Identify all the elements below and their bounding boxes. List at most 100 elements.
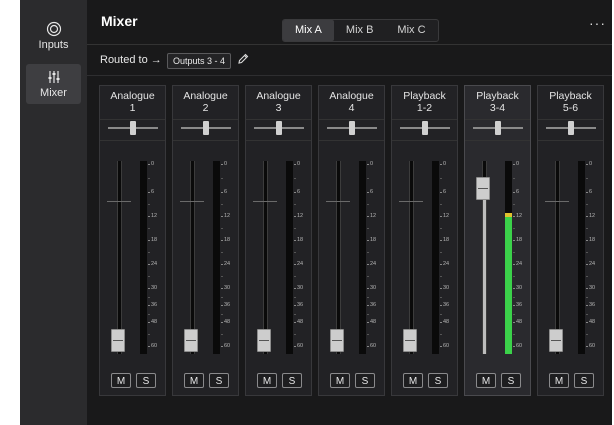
fader-track[interactable] xyxy=(409,161,414,354)
fader-handle[interactable] xyxy=(403,329,417,352)
fader-handle[interactable] xyxy=(184,329,198,352)
scale-tick xyxy=(586,322,588,323)
sidebar-item-mixer[interactable]: Mixer xyxy=(26,64,81,104)
scale-label: 60 xyxy=(151,343,158,349)
level-meter xyxy=(578,161,585,354)
fader-track[interactable] xyxy=(555,161,560,354)
scale-tick xyxy=(586,305,588,306)
scale-label: 18 xyxy=(224,237,231,243)
channel-name-line2: 3 xyxy=(275,102,282,114)
scale-tick xyxy=(367,305,369,306)
scale-minor-tick xyxy=(294,178,296,179)
more-options-icon[interactable]: ··· xyxy=(589,15,606,31)
pan-knob[interactable] xyxy=(203,121,209,135)
fader-track[interactable] xyxy=(190,161,195,354)
scale-minor-tick xyxy=(148,228,150,229)
pan-slider[interactable] xyxy=(108,121,158,135)
tab-mix-a[interactable]: Mix A xyxy=(283,20,334,41)
sidebar: Inputs Mixer xyxy=(20,0,87,425)
solo-button[interactable]: S xyxy=(501,373,521,388)
solo-button[interactable]: S xyxy=(209,373,229,388)
pan-knob[interactable] xyxy=(568,121,574,135)
scale-tick xyxy=(367,346,369,347)
scale-label: 30 xyxy=(151,285,158,291)
channel-name-line1: Playback xyxy=(476,90,519,102)
pan-slider[interactable] xyxy=(181,121,231,135)
scale-label: 6 xyxy=(589,189,593,195)
fader-track[interactable] xyxy=(336,161,341,354)
pan-knob[interactable] xyxy=(495,121,501,135)
scale-minor-tick xyxy=(586,334,588,335)
scale-label: 24 xyxy=(297,261,304,267)
fader-handle[interactable] xyxy=(549,329,563,352)
pan-slider[interactable] xyxy=(400,121,450,135)
level-meter xyxy=(505,161,512,354)
unity-marker xyxy=(545,201,569,202)
scale-tick xyxy=(148,322,150,323)
scale-tick xyxy=(586,240,588,241)
pan-knob[interactable] xyxy=(130,121,136,135)
scale-label: 48 xyxy=(151,319,158,325)
pan-knob[interactable] xyxy=(276,121,282,135)
tab-mix-b[interactable]: Mix B xyxy=(334,20,386,41)
fader-track[interactable] xyxy=(117,161,122,354)
fader-handle[interactable] xyxy=(330,329,344,352)
scale-minor-tick xyxy=(221,314,223,315)
channel-strip: Analogue 4 0 6 12 18 24 30 36 48 60 M S xyxy=(318,85,385,396)
scale-minor-tick xyxy=(294,252,296,253)
pan-slider[interactable] xyxy=(254,121,304,135)
sidebar-item-inputs[interactable]: Inputs xyxy=(26,21,81,61)
solo-button[interactable]: S xyxy=(282,373,302,388)
solo-button[interactable]: S xyxy=(136,373,156,388)
channel-strip: Playback 3-4 0 6 12 18 24 30 36 48 60 M S xyxy=(464,85,531,396)
scale-tick xyxy=(294,288,296,289)
mute-button[interactable]: M xyxy=(257,373,277,388)
scale-tick xyxy=(440,305,442,306)
scale-tick xyxy=(294,216,296,217)
pan-knob[interactable] xyxy=(349,121,355,135)
scale-minor-tick xyxy=(440,228,442,229)
mute-button[interactable]: M xyxy=(184,373,204,388)
solo-button[interactable]: S xyxy=(574,373,594,388)
mute-button[interactable]: M xyxy=(476,373,496,388)
output-select[interactable]: Outputs 3 - 4 xyxy=(167,53,232,69)
fader-track[interactable] xyxy=(263,161,268,354)
scale-minor-tick xyxy=(148,178,150,179)
scale-minor-tick xyxy=(513,314,515,315)
solo-button[interactable]: S xyxy=(355,373,375,388)
tab-mix-c[interactable]: Mix C xyxy=(385,20,437,41)
level-meter xyxy=(213,161,220,354)
scale-minor-tick xyxy=(148,314,150,315)
pencil-icon[interactable] xyxy=(237,52,249,66)
fader-handle[interactable] xyxy=(111,329,125,352)
pan-knob[interactable] xyxy=(422,121,428,135)
scale-label: 12 xyxy=(443,213,450,219)
scale-label: 12 xyxy=(370,213,377,219)
scale-minor-tick xyxy=(367,228,369,229)
scale-tick xyxy=(586,164,588,165)
mute-button[interactable]: M xyxy=(549,373,569,388)
fader-fill xyxy=(483,188,486,354)
solo-button[interactable]: S xyxy=(428,373,448,388)
scale-minor-tick xyxy=(367,314,369,315)
pan-slider[interactable] xyxy=(473,121,523,135)
fader-handle[interactable] xyxy=(257,329,271,352)
mute-button[interactable]: M xyxy=(330,373,350,388)
scale-tick xyxy=(148,192,150,193)
mute-button[interactable]: M xyxy=(111,373,131,388)
pan-slider[interactable] xyxy=(327,121,377,135)
scale-minor-tick xyxy=(221,228,223,229)
channel-name-line1: Analogue xyxy=(329,90,374,102)
scale-minor-tick xyxy=(586,228,588,229)
scale-label: 60 xyxy=(443,343,450,349)
scale-tick xyxy=(586,192,588,193)
divider xyxy=(100,140,165,141)
scale-tick xyxy=(513,216,515,217)
scale-minor-tick xyxy=(513,276,515,277)
channel-name-line1: Playback xyxy=(549,90,592,102)
mute-button[interactable]: M xyxy=(403,373,423,388)
scale-label: 12 xyxy=(516,213,523,219)
scale-minor-tick xyxy=(513,178,515,179)
pan-slider[interactable] xyxy=(546,121,596,135)
fader-handle[interactable] xyxy=(476,177,490,200)
